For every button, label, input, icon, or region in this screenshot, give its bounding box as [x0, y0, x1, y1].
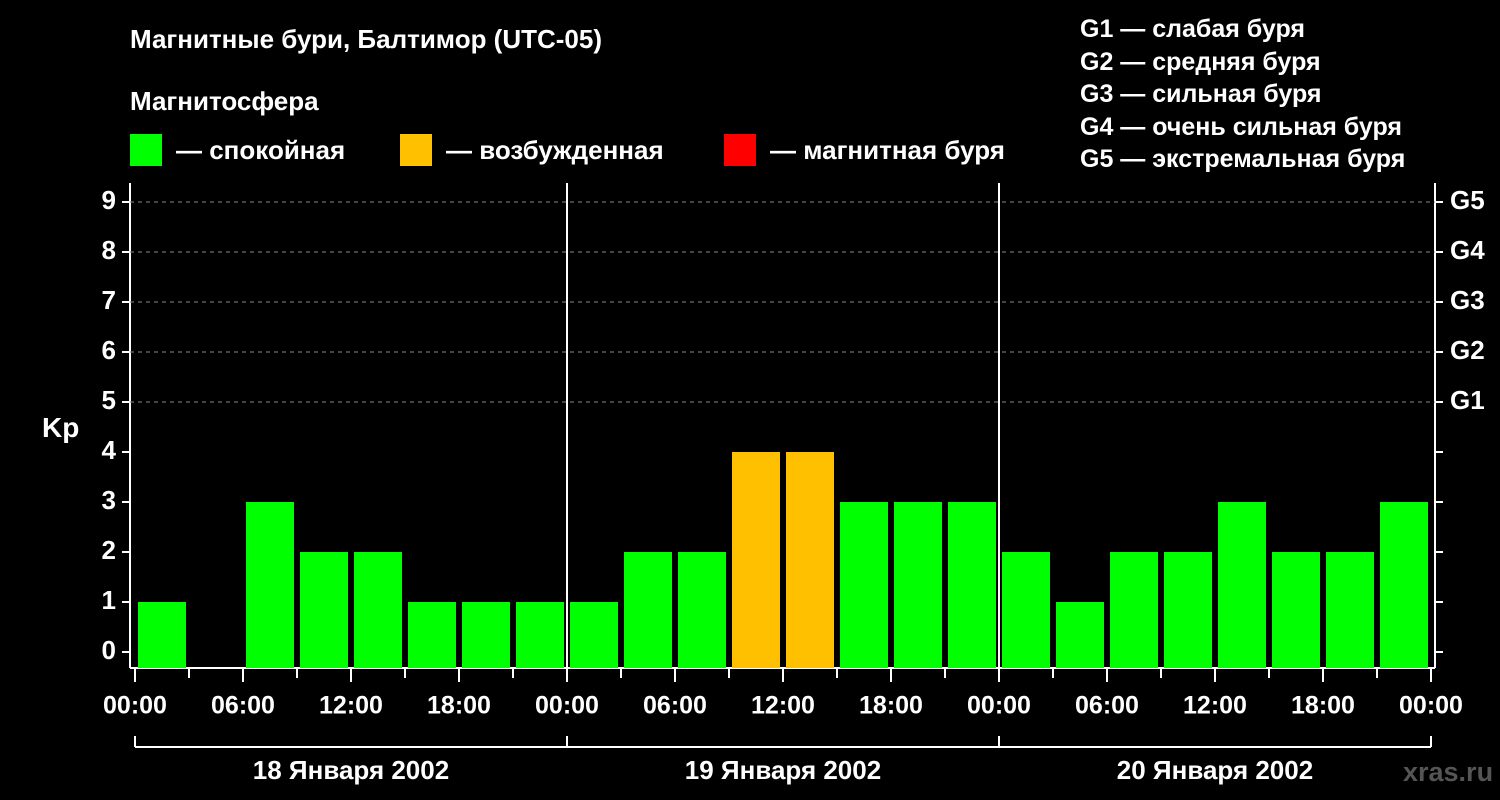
bar-0	[138, 602, 186, 668]
g-level-axis-label: G4	[1450, 235, 1485, 265]
y-tick-label: 0	[102, 635, 116, 665]
kp-bar-chart: 0 1 2 3 4 5 6 7 8 9 G1 G2 G3 G4 G5 00:00 06:00 12:00 18:00…	[102, 183, 1485, 785]
bar-17	[1056, 602, 1104, 668]
bar-23	[1380, 502, 1428, 668]
y-tick-label: 1	[102, 585, 116, 615]
y-tick-label: 7	[102, 285, 116, 315]
x-tick-label: 06:00	[1075, 692, 1139, 720]
x-tick-label: 00:00	[967, 692, 1031, 720]
x-tick-label: 12:00	[1183, 692, 1247, 720]
bar-5	[408, 602, 456, 668]
bar-8	[570, 602, 618, 668]
y-tick-label: 9	[102, 185, 116, 215]
x-tick-label: 00:00	[1399, 692, 1463, 720]
bar-13	[840, 502, 888, 668]
bar-15	[948, 502, 996, 668]
bar-2	[246, 502, 294, 668]
x-tick-label: 12:00	[751, 692, 815, 720]
bar-10	[678, 552, 726, 668]
bar-12	[786, 452, 834, 668]
bar-3	[300, 552, 348, 668]
bar-11	[732, 452, 780, 668]
x-tick-label: 18:00	[859, 692, 923, 720]
y-tick-label: 3	[102, 485, 116, 515]
y-tick-label: 5	[102, 385, 116, 415]
day-label: 19 Января 2002	[685, 755, 881, 785]
bar-22	[1326, 552, 1374, 668]
g-level-axis-label: G5	[1450, 185, 1485, 215]
x-tick-label: 06:00	[211, 692, 275, 720]
x-tick-label: 00:00	[535, 692, 599, 720]
x-tick-label: 06:00	[643, 692, 707, 720]
g-level-axis-label: G1	[1450, 385, 1485, 415]
bar-14	[894, 502, 942, 668]
day-label: 18 Января 2002	[253, 755, 449, 785]
bar-19	[1164, 552, 1212, 668]
bar-9	[624, 552, 672, 668]
g-level-axis-label: G2	[1450, 335, 1485, 365]
bar-18	[1110, 552, 1158, 668]
bar-21	[1272, 552, 1320, 668]
g-level-axis-label: G3	[1450, 285, 1485, 315]
bar-16	[1002, 552, 1050, 668]
y-tick-label: 8	[102, 235, 116, 265]
bar-7	[516, 602, 564, 668]
y-tick-label: 2	[102, 535, 116, 565]
y-tick-label: 6	[102, 335, 116, 365]
day-label: 20 Января 2002	[1117, 755, 1313, 785]
bar-6	[462, 602, 510, 668]
y-tick-label: 4	[102, 435, 117, 465]
x-tick-label: 18:00	[1291, 692, 1355, 720]
x-tick-label: 00:00	[103, 692, 167, 720]
bar-20	[1218, 502, 1266, 668]
x-tick-label: 12:00	[319, 692, 383, 720]
bar-4	[354, 552, 402, 668]
x-tick-label: 18:00	[427, 692, 491, 720]
watermark: xras.ru	[1403, 757, 1494, 787]
